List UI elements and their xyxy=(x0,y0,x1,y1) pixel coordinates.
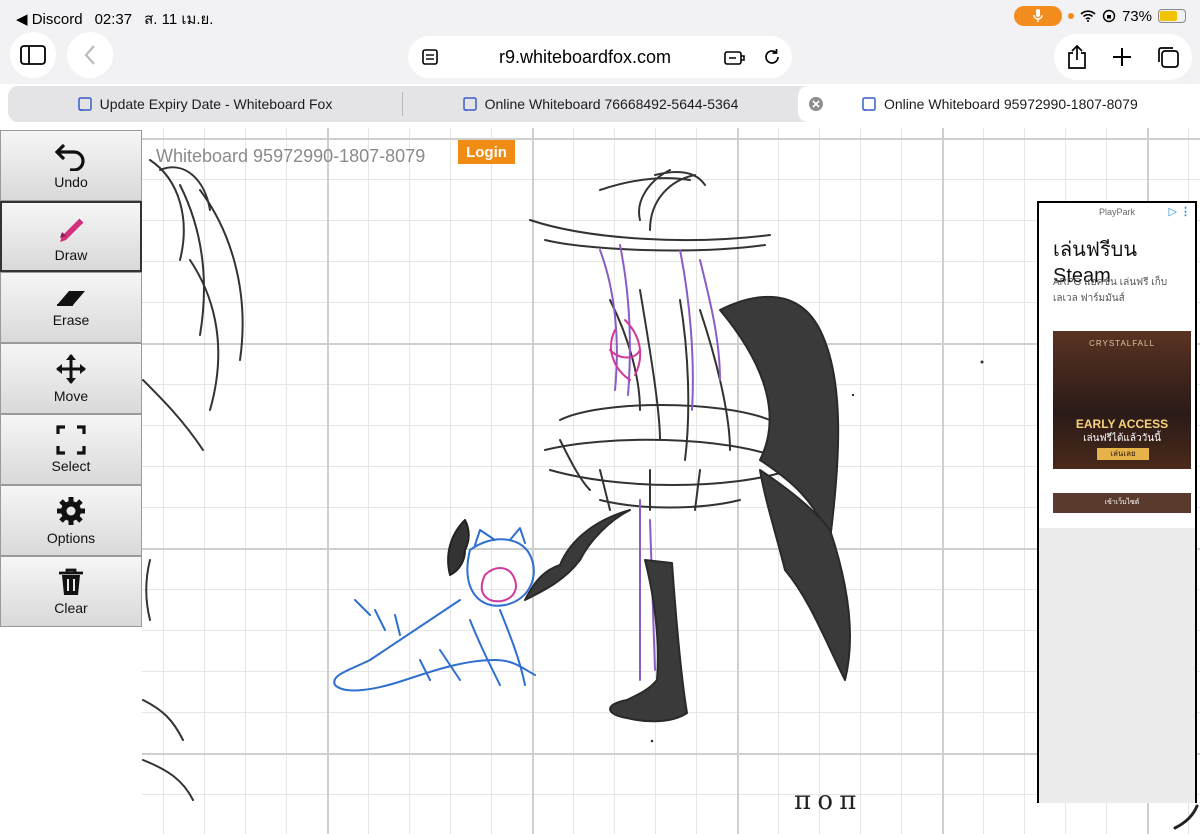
clear-button[interactable]: Clear xyxy=(0,556,142,627)
tool-label: Clear xyxy=(54,600,88,616)
advertisement-panel[interactable]: PlayPark ▷ ⋮ เล่นฟรีบน Steam ARPG แอคชัน… xyxy=(1037,201,1197,803)
tab-title: Online Whiteboard 95972990-1807-8079 xyxy=(884,96,1138,112)
tool-label: Move xyxy=(53,388,89,404)
stray-dot xyxy=(650,739,654,743)
status-date: ส. 11 เม.ย. xyxy=(144,11,214,28)
wifi-icon xyxy=(1080,10,1096,22)
tabs-overview-icon[interactable] xyxy=(1156,45,1180,69)
tool-label: Options xyxy=(46,530,96,546)
reload-icon[interactable] xyxy=(752,48,792,66)
ad-empty-area xyxy=(1039,528,1195,803)
corner-stroke xyxy=(1173,804,1199,830)
whiteboard-favicon-icon xyxy=(862,97,876,111)
new-tab-icon[interactable] xyxy=(1112,47,1132,67)
draw-button[interactable]: Draw xyxy=(0,201,142,272)
select-icon xyxy=(56,425,86,455)
creature-horn xyxy=(447,519,470,576)
banner-play-button[interactable]: เล่นเลย xyxy=(1097,448,1149,460)
tool-label: Undo xyxy=(54,174,88,190)
battery-percent: 73% xyxy=(1121,7,1152,25)
tab-strip: Update Expiry Date - Whiteboard Fox Onli… xyxy=(8,86,1192,122)
whiteboard-favicon-icon xyxy=(462,97,477,111)
gear-icon xyxy=(57,497,85,525)
microphone-indicator-icon[interactable] xyxy=(1013,6,1062,26)
browser-actions xyxy=(1054,34,1192,80)
back-to-app-link[interactable]: ◀ Discord xyxy=(16,10,83,28)
eraser-icon xyxy=(57,291,85,306)
banner-subtitle: เล่นฟรีได้แล้ววันนี้ xyxy=(1083,433,1161,444)
game-logo: CRYSTALFALL xyxy=(1089,339,1155,348)
share-icon[interactable] xyxy=(1066,44,1088,70)
undo-button[interactable]: Undo xyxy=(0,130,142,201)
tool-label: Draw xyxy=(54,247,88,263)
move-icon xyxy=(56,354,86,384)
back-button[interactable] xyxy=(67,32,113,78)
undo-icon xyxy=(54,143,85,171)
select-button[interactable]: Select xyxy=(0,414,142,485)
chevron-left-icon xyxy=(84,45,95,65)
sidebar-toggle-button[interactable] xyxy=(10,32,56,78)
adchoices-icon[interactable]: ▷ xyxy=(1169,205,1177,218)
status-time: 02:37 xyxy=(94,10,133,28)
left-wing-sketch xyxy=(142,159,244,801)
signature-text: π o π xyxy=(794,786,856,816)
battery-icon xyxy=(1158,9,1186,23)
trash-icon xyxy=(59,568,83,595)
url-text: r9.whiteboardfox.com xyxy=(498,46,672,67)
whiteboard-title: Whiteboard 95972990-1807-8079 xyxy=(156,146,426,166)
tab-title: Update Expiry Date - Whiteboard Fox xyxy=(99,96,333,112)
tool-label: Select xyxy=(51,458,91,474)
back-app-label: Discord xyxy=(31,11,83,28)
orientation-lock-icon xyxy=(1102,9,1116,23)
ad-banner-image[interactable]: CRYSTALFALL EARLY ACCESS เล่นฟรีได้แล้วว… xyxy=(1053,331,1191,469)
tab-title: Online Whiteboard 76668492-5644-5364 xyxy=(484,96,739,112)
erase-button[interactable]: Erase xyxy=(0,272,142,343)
whiteboard-favicon-icon xyxy=(77,97,92,111)
tool-sidebar: Undo Draw Erase Move Select Options Clea… xyxy=(0,130,143,627)
ad-description: ARPG แอคชัน เล่นฟรี เก็บเลเวล ฟาร์มมันส์ xyxy=(1053,277,1168,304)
tool-label: Erase xyxy=(52,312,90,328)
creature-face xyxy=(480,567,517,603)
close-tab-icon[interactable] xyxy=(808,96,824,112)
sidebar-icon xyxy=(20,45,46,65)
tab-whiteboard-76668492[interactable]: Online Whiteboard 76668492-5644-5364 xyxy=(403,86,798,122)
stray-dot xyxy=(851,393,855,397)
page-menu-icon[interactable] xyxy=(408,48,452,66)
stray-dot xyxy=(980,360,984,364)
blue-creature xyxy=(333,527,536,692)
move-button[interactable]: Move xyxy=(0,343,142,414)
status-bar: ◀ Discord 02:37 ส. 11 เม.ย. 73% xyxy=(0,0,1200,32)
recording-dot-icon xyxy=(1067,13,1074,19)
pencil-icon xyxy=(60,217,85,242)
ad-cta-button[interactable]: เข้าเว็บไซต์ xyxy=(1053,493,1191,513)
options-button[interactable]: Options xyxy=(0,485,142,556)
ad-menu-icon[interactable]: ⋮ xyxy=(1180,205,1191,218)
extension-icon[interactable] xyxy=(718,48,752,66)
login-button[interactable]: Login xyxy=(458,140,515,164)
tab-update-expiry[interactable]: Update Expiry Date - Whiteboard Fox xyxy=(8,86,402,122)
address-bar[interactable]: r9.whiteboardfox.com xyxy=(408,36,792,78)
tab-whiteboard-95972990[interactable]: Online Whiteboard 95972990-1807-8079 xyxy=(798,86,1192,122)
banner-title: EARLY ACCESS xyxy=(1075,417,1169,431)
